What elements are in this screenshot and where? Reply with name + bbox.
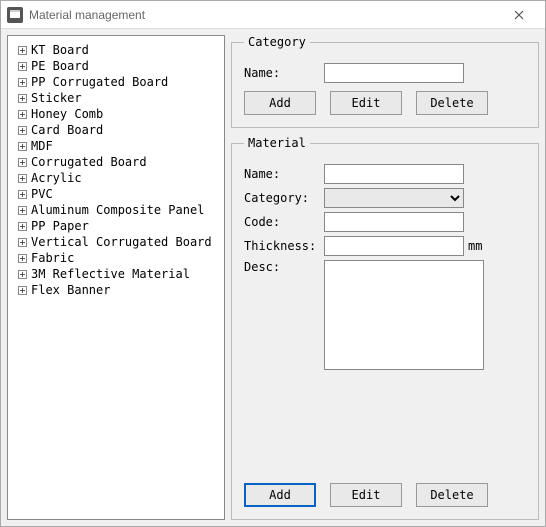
- tree-item[interactable]: Fabric: [12, 250, 220, 266]
- expand-icon[interactable]: [18, 206, 27, 215]
- tree-item[interactable]: Corrugated Board: [12, 154, 220, 170]
- material-group: Material Name: Category: Code:: [231, 136, 539, 520]
- app-window: Material management KT BoardPE BoardPP C…: [0, 0, 546, 527]
- material-tree[interactable]: KT BoardPE BoardPP Corrugated BoardStick…: [7, 35, 225, 520]
- material-delete-button[interactable]: Delete: [416, 483, 488, 507]
- tree-item-label: Card Board: [31, 122, 103, 138]
- material-edit-button[interactable]: Edit: [330, 483, 402, 507]
- material-category-label: Category:: [244, 191, 324, 205]
- material-desc-input[interactable]: [324, 260, 484, 370]
- window-body: KT BoardPE BoardPP Corrugated BoardStick…: [1, 29, 545, 526]
- expand-icon[interactable]: [18, 238, 27, 247]
- expand-icon[interactable]: [18, 158, 27, 167]
- expand-icon[interactable]: [18, 174, 27, 183]
- material-name-label: Name:: [244, 167, 324, 181]
- tree-item[interactable]: Honey Comb: [12, 106, 220, 122]
- tree-item-label: Honey Comb: [31, 106, 103, 122]
- expand-icon[interactable]: [18, 222, 27, 231]
- tree-item[interactable]: PE Board: [12, 58, 220, 74]
- material-thickness-input[interactable]: [324, 236, 464, 256]
- category-group: Category Name: Add Edit Delete: [231, 35, 539, 128]
- category-legend: Category: [244, 35, 310, 49]
- tree-item-label: Sticker: [31, 90, 82, 106]
- expand-icon[interactable]: [18, 270, 27, 279]
- expand-icon[interactable]: [18, 286, 27, 295]
- tree-item[interactable]: Sticker: [12, 90, 220, 106]
- thickness-unit: mm: [468, 239, 482, 253]
- expand-icon[interactable]: [18, 142, 27, 151]
- tree-item-label: MDF: [31, 138, 53, 154]
- expand-icon[interactable]: [18, 62, 27, 71]
- tree-item[interactable]: Flex Banner: [12, 282, 220, 298]
- tree-item-label: Corrugated Board: [31, 154, 147, 170]
- tree-item[interactable]: 3M Reflective Material: [12, 266, 220, 282]
- tree-item-label: Vertical Corrugated Board: [31, 234, 212, 250]
- tree-item-label: Fabric: [31, 250, 74, 266]
- material-legend: Material: [244, 136, 310, 150]
- material-thickness-label: Thickness:: [244, 239, 324, 253]
- material-add-button[interactable]: Add: [244, 483, 316, 507]
- tree-item-label: PP Corrugated Board: [31, 74, 168, 90]
- expand-icon[interactable]: [18, 190, 27, 199]
- tree-item-label: 3M Reflective Material: [31, 266, 190, 282]
- tree-item[interactable]: Card Board: [12, 122, 220, 138]
- close-button[interactable]: [499, 1, 539, 28]
- category-name-label: Name:: [244, 66, 324, 80]
- tree-item-label: Acrylic: [31, 170, 82, 186]
- expand-icon[interactable]: [18, 46, 27, 55]
- tree-item-label: PP Paper: [31, 218, 89, 234]
- tree-item[interactable]: Acrylic: [12, 170, 220, 186]
- tree-item[interactable]: PP Corrugated Board: [12, 74, 220, 90]
- material-code-input[interactable]: [324, 212, 464, 232]
- tree-item[interactable]: PP Paper: [12, 218, 220, 234]
- material-name-input[interactable]: [324, 164, 464, 184]
- tree-item-label: PVC: [31, 186, 53, 202]
- window-title: Material management: [29, 8, 145, 22]
- category-edit-button[interactable]: Edit: [330, 91, 402, 115]
- expand-icon[interactable]: [18, 126, 27, 135]
- expand-icon[interactable]: [18, 78, 27, 87]
- app-icon: [7, 7, 23, 23]
- tree-item-label: Flex Banner: [31, 282, 110, 298]
- tree-item[interactable]: MDF: [12, 138, 220, 154]
- tree-item-label: Aluminum Composite Panel: [31, 202, 204, 218]
- material-category-select[interactable]: [324, 188, 464, 208]
- titlebar: Material management: [1, 1, 545, 29]
- expand-icon[interactable]: [18, 254, 27, 263]
- expand-icon[interactable]: [18, 94, 27, 103]
- tree-item-label: KT Board: [31, 42, 89, 58]
- tree-item[interactable]: KT Board: [12, 42, 220, 58]
- material-code-label: Code:: [244, 215, 324, 229]
- category-delete-button[interactable]: Delete: [416, 91, 488, 115]
- category-add-button[interactable]: Add: [244, 91, 316, 115]
- tree-item[interactable]: Vertical Corrugated Board: [12, 234, 220, 250]
- category-name-input[interactable]: [324, 63, 464, 83]
- expand-icon[interactable]: [18, 110, 27, 119]
- tree-item[interactable]: PVC: [12, 186, 220, 202]
- material-desc-label: Desc:: [244, 260, 324, 274]
- right-panel: Category Name: Add Edit Delete Material …: [231, 35, 539, 520]
- close-icon: [514, 10, 524, 20]
- tree-item[interactable]: Aluminum Composite Panel: [12, 202, 220, 218]
- tree-item-label: PE Board: [31, 58, 89, 74]
